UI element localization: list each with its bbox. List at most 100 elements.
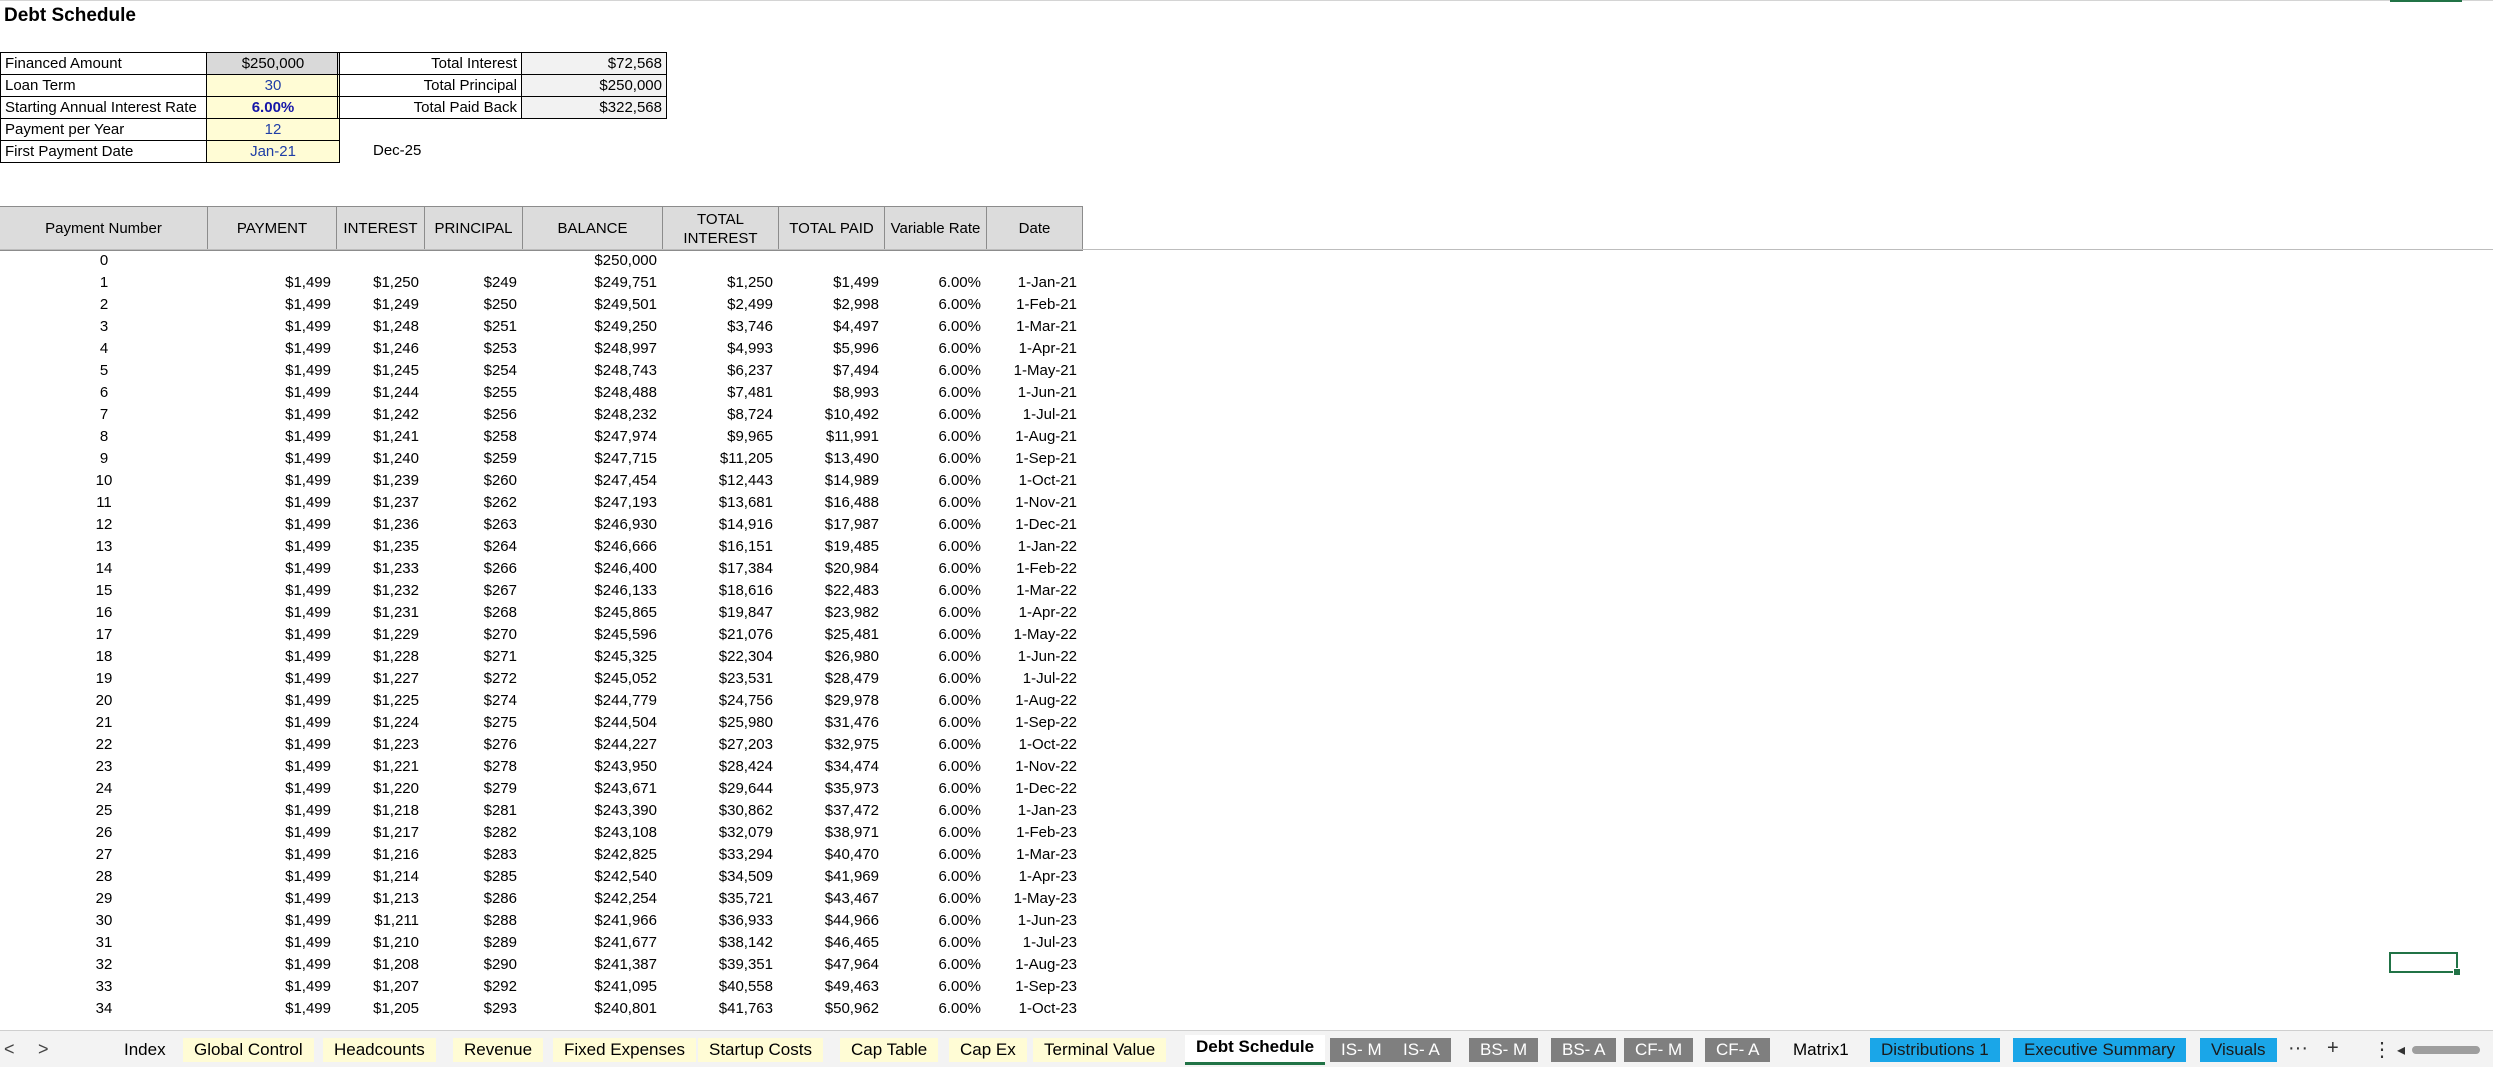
- cell-date[interactable]: 1-Nov-22: [987, 758, 1077, 775]
- cell-payment[interactable]: $1,499: [208, 758, 331, 775]
- cell-variable-rate[interactable]: 6.00%: [885, 494, 981, 511]
- cell-total-interest[interactable]: $1,250: [663, 274, 773, 291]
- scroll-left-icon[interactable]: ◂: [2397, 1040, 2405, 1060]
- cell-total-paid[interactable]: $7,494: [779, 362, 879, 379]
- cell-balance[interactable]: $249,501: [523, 296, 657, 313]
- cell-principal[interactable]: $289: [425, 934, 517, 951]
- sheet-tab-terminal-value[interactable]: Terminal Value: [1033, 1038, 1167, 1062]
- cell-date[interactable]: 1-Dec-21: [987, 516, 1077, 533]
- cell-variable-rate[interactable]: 6.00%: [885, 846, 981, 863]
- cell-total-paid[interactable]: $31,476: [779, 714, 879, 731]
- cell-interest[interactable]: $1,207: [337, 978, 419, 995]
- cell-payment[interactable]: $1,499: [208, 362, 331, 379]
- cell-payment-number[interactable]: 25: [0, 802, 208, 819]
- cell-payment-number[interactable]: 24: [0, 780, 208, 797]
- cell-balance[interactable]: $246,930: [523, 516, 657, 533]
- cell-interest[interactable]: $1,241: [337, 428, 419, 445]
- sheet-tab-bs-a[interactable]: BS- A: [1551, 1038, 1617, 1062]
- cell-payment[interactable]: $1,499: [208, 670, 331, 687]
- sheet-tab-is-m[interactable]: IS- M: [1330, 1038, 1393, 1062]
- cell-interest[interactable]: $1,217: [337, 824, 419, 841]
- input-cell-financed-amount[interactable]: $250,000: [206, 52, 340, 75]
- cell-date[interactable]: 1-Jun-21: [987, 384, 1077, 401]
- cell-payment-number[interactable]: 28: [0, 868, 208, 885]
- cell-variable-rate[interactable]: 6.00%: [885, 560, 981, 577]
- header-payment[interactable]: PAYMENT: [208, 207, 337, 250]
- cell-balance[interactable]: $242,825: [523, 846, 657, 863]
- cell-balance[interactable]: $248,997: [523, 340, 657, 357]
- cell-variable-rate[interactable]: 6.00%: [885, 890, 981, 907]
- cell-total-paid[interactable]: $40,470: [779, 846, 879, 863]
- cell-interest[interactable]: $1,216: [337, 846, 419, 863]
- cell-total-interest[interactable]: $34,509: [663, 868, 773, 885]
- cell-interest[interactable]: $1,240: [337, 450, 419, 467]
- cell-variable-rate[interactable]: 6.00%: [885, 934, 981, 951]
- cell-total-paid[interactable]: $28,479: [779, 670, 879, 687]
- cell-payment[interactable]: $1,499: [208, 538, 331, 555]
- horizontal-scrollbar[interactable]: [2412, 1046, 2480, 1054]
- cell-date[interactable]: 1-May-22: [987, 626, 1077, 643]
- cell-payment-number[interactable]: 7: [0, 406, 208, 423]
- cell-payment[interactable]: $1,499: [208, 318, 331, 335]
- total-interest-value[interactable]: $72,568: [521, 52, 667, 75]
- cell-total-interest[interactable]: $28,424: [663, 758, 773, 775]
- cell-payment[interactable]: $1,499: [208, 450, 331, 467]
- cell-variable-rate[interactable]: 6.00%: [885, 714, 981, 731]
- cell-balance[interactable]: $244,227: [523, 736, 657, 753]
- cell-principal[interactable]: $256: [425, 406, 517, 423]
- sheet-tab-index[interactable]: Index: [113, 1038, 177, 1062]
- cell-total-paid[interactable]: $49,463: [779, 978, 879, 995]
- cell-payment[interactable]: $1,499: [208, 846, 331, 863]
- cell-variable-rate[interactable]: 6.00%: [885, 362, 981, 379]
- cell-interest[interactable]: $1,249: [337, 296, 419, 313]
- cell-date[interactable]: 1-Jun-23: [987, 912, 1077, 929]
- cell-total-paid[interactable]: $10,492: [779, 406, 879, 423]
- cell-variable-rate[interactable]: 6.00%: [885, 582, 981, 599]
- cell-balance[interactable]: $249,250: [523, 318, 657, 335]
- cell-payment[interactable]: $1,499: [208, 384, 331, 401]
- sheet-tab-startup-costs[interactable]: Startup Costs: [698, 1038, 823, 1062]
- cell-variable-rate[interactable]: 6.00%: [885, 428, 981, 445]
- cell-total-paid[interactable]: $23,982: [779, 604, 879, 621]
- cell-date[interactable]: 1-Apr-22: [987, 604, 1077, 621]
- cell-total-paid[interactable]: $37,472: [779, 802, 879, 819]
- cell-date[interactable]: 1-Nov-21: [987, 494, 1077, 511]
- cell-payment-number[interactable]: 4: [0, 340, 208, 357]
- cell-total-paid[interactable]: $43,467: [779, 890, 879, 907]
- cell-principal[interactable]: $281: [425, 802, 517, 819]
- cell-payment-number[interactable]: 15: [0, 582, 208, 599]
- cell-payment-number[interactable]: 16: [0, 604, 208, 621]
- cell-interest[interactable]: $1,205: [337, 1000, 419, 1017]
- cell-balance[interactable]: $241,387: [523, 956, 657, 973]
- cell-payment[interactable]: $1,499: [208, 340, 331, 357]
- cell-total-interest[interactable]: $38,142: [663, 934, 773, 951]
- cell-balance[interactable]: $249,751: [523, 274, 657, 291]
- cell-total-paid[interactable]: $26,980: [779, 648, 879, 665]
- cell-interest[interactable]: $1,221: [337, 758, 419, 775]
- cell-total-interest[interactable]: $27,203: [663, 736, 773, 753]
- cell-interest[interactable]: $1,244: [337, 384, 419, 401]
- input-cell-first-payment-date[interactable]: Jan-21: [206, 140, 340, 163]
- cell-principal[interactable]: $282: [425, 824, 517, 841]
- cell-interest[interactable]: $1,237: [337, 494, 419, 511]
- sheet-tab-fixed-expenses[interactable]: Fixed Expenses: [553, 1038, 696, 1062]
- cell-date[interactable]: 1-Aug-22: [987, 692, 1077, 709]
- cell-interest[interactable]: $1,242: [337, 406, 419, 423]
- cell-balance[interactable]: $241,095: [523, 978, 657, 995]
- cell-total-paid[interactable]: $8,993: [779, 384, 879, 401]
- cell-total-interest[interactable]: $11,205: [663, 450, 773, 467]
- cell-total-paid[interactable]: $44,966: [779, 912, 879, 929]
- header-balance[interactable]: BALANCE: [523, 207, 663, 250]
- cell-interest[interactable]: $1,236: [337, 516, 419, 533]
- cell-balance[interactable]: $245,052: [523, 670, 657, 687]
- cell-date[interactable]: 1-Dec-22: [987, 780, 1077, 797]
- cell-date[interactable]: 1-Jan-23: [987, 802, 1077, 819]
- cell-date[interactable]: 1-Mar-22: [987, 582, 1077, 599]
- cell-date[interactable]: 1-Oct-23: [987, 1000, 1077, 1017]
- cell-payment[interactable]: $1,499: [208, 890, 331, 907]
- cell-payment[interactable]: $1,499: [208, 582, 331, 599]
- cell-payment-number[interactable]: 33: [0, 978, 208, 995]
- cell-total-interest[interactable]: $6,237: [663, 362, 773, 379]
- sheet-tab-cf-m[interactable]: CF- M: [1624, 1038, 1694, 1062]
- cell-date[interactable]: 1-Feb-23: [987, 824, 1077, 841]
